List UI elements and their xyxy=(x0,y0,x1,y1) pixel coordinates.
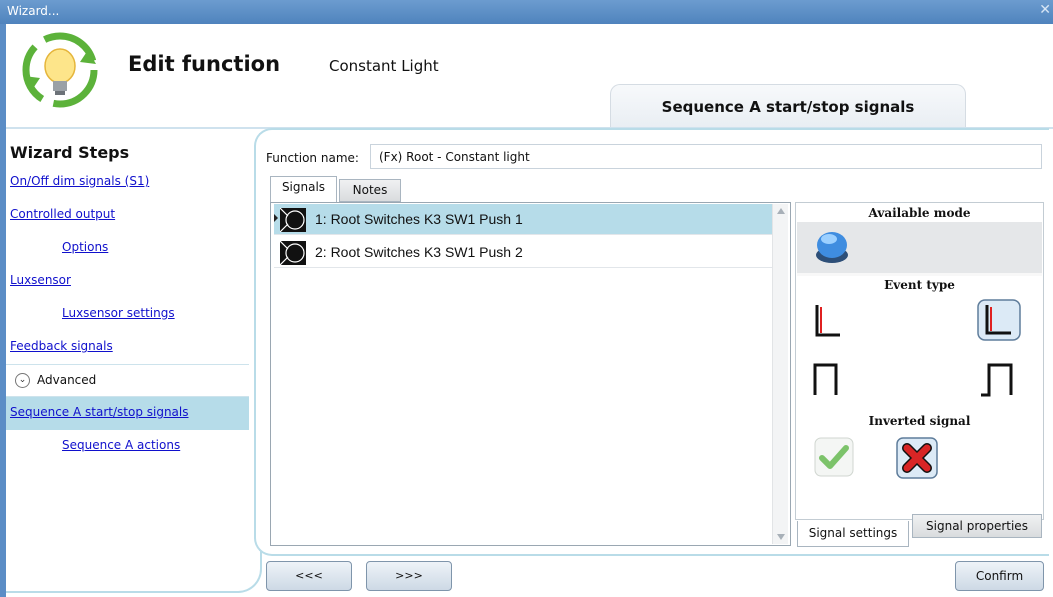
signal-label: 1: Root Switches K3 SW1 Push 1 xyxy=(315,211,523,227)
next-button[interactable]: >>> xyxy=(366,561,452,591)
signal-label: 2: Root Switches K3 SW1 Push 2 xyxy=(315,244,523,260)
push-button-mode-icon[interactable] xyxy=(813,228,851,266)
scroll-down-icon[interactable] xyxy=(777,534,785,540)
wizard-step-luxsensor-settings[interactable]: Luxsensor settings xyxy=(6,298,249,331)
wizard-step-label[interactable]: Controlled output xyxy=(10,207,115,221)
tab-signal-settings[interactable]: Signal settings xyxy=(797,521,909,547)
wizard-step-label[interactable]: Options xyxy=(62,240,108,254)
tab-notes[interactable]: Notes xyxy=(339,179,401,202)
push-button-icon xyxy=(280,208,306,232)
available-mode-heading: Available mode xyxy=(868,206,971,220)
row-pointer-icon xyxy=(274,214,278,222)
tab-signal-properties[interactable]: Signal properties xyxy=(912,514,1042,538)
function-type: Constant Light xyxy=(329,57,439,75)
push-button-icon xyxy=(280,241,306,265)
function-name-label: Function name: xyxy=(266,151,359,165)
cross-icon[interactable] xyxy=(896,437,938,479)
tab-signals[interactable]: Signals xyxy=(270,176,337,203)
wizard-step-controlled-output[interactable]: Controlled output xyxy=(6,199,249,232)
wizard-step-label[interactable]: On/Off dim signals (S1) xyxy=(10,174,149,188)
long-pulse-icon[interactable] xyxy=(977,359,1021,401)
close-icon[interactable]: ✕ xyxy=(1039,2,1051,18)
wizard-step-label[interactable]: Luxsensor settings xyxy=(62,306,175,320)
advanced-label: Advanced xyxy=(37,373,97,387)
chevron-down-icon[interactable]: ⌄ xyxy=(15,373,30,388)
band-divider xyxy=(797,273,1042,276)
current-step-tab: Sequence A start/stop signals xyxy=(610,84,966,128)
wizard-step-sequence-a-signals[interactable]: Sequence A start/stop signals xyxy=(6,397,249,430)
advanced-toggle[interactable]: ⌄ Advanced xyxy=(6,364,249,397)
lightbulb-cycle-icon xyxy=(22,32,98,108)
wizard-step-label[interactable]: Feedback signals xyxy=(10,339,113,353)
wizard-step-sequence-a-actions[interactable]: Sequence A actions xyxy=(6,430,249,463)
confirm-button[interactable]: Confirm xyxy=(955,561,1044,591)
scroll-up-icon[interactable] xyxy=(777,208,785,214)
function-name-input[interactable] xyxy=(370,144,1042,169)
window-titlebar: Wizard... ✕ xyxy=(0,0,1053,24)
signal-row[interactable]: 2: Root Switches K3 SW1 Push 2 xyxy=(274,237,772,268)
wizard-step-label[interactable]: Sequence A start/stop signals xyxy=(10,405,189,419)
checkmark-icon[interactable] xyxy=(814,437,854,477)
signals-list: 1: Root Switches K3 SW1 Push 1 2: Root S… xyxy=(270,202,791,546)
rising-edge-icon[interactable] xyxy=(810,301,852,341)
current-step-label: Sequence A start/stop signals xyxy=(661,98,915,116)
falling-edge-icon[interactable] xyxy=(977,299,1021,341)
previous-button[interactable]: <<< xyxy=(266,561,352,591)
wizard-step-luxsensor[interactable]: Luxsensor xyxy=(6,265,249,298)
wizard-step-options[interactable]: Options xyxy=(6,232,249,265)
wizard-step-label[interactable]: Sequence A actions xyxy=(62,438,180,452)
wizard-step-onoff[interactable]: On/Off dim signals (S1) xyxy=(6,166,249,199)
inverted-signal-heading: Inverted signal xyxy=(868,414,971,428)
wizard-steps-title: Wizard Steps xyxy=(10,143,130,162)
signals-scrollbar[interactable] xyxy=(772,204,788,544)
wizard-step-feedback-signals[interactable]: Feedback signals xyxy=(6,331,249,364)
event-type-heading: Event type xyxy=(884,278,955,292)
wizard-step-label[interactable]: Luxsensor xyxy=(10,273,71,287)
wizard-steps-list: On/Off dim signals (S1) Controlled outpu… xyxy=(6,166,249,463)
page-title: Edit function xyxy=(128,52,281,76)
window-title: Wizard... xyxy=(7,4,60,18)
signal-row[interactable]: 1: Root Switches K3 SW1 Push 1 xyxy=(274,204,772,235)
short-pulse-icon[interactable] xyxy=(810,359,852,399)
